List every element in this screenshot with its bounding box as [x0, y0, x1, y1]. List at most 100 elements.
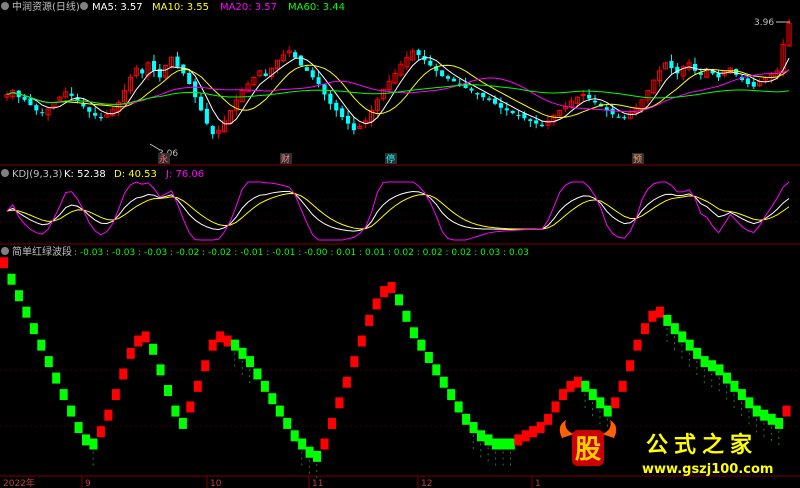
- candle-body: [692, 63, 698, 71]
- candle-body: [298, 55, 304, 66]
- watermark-url: www.gszj100.com: [642, 462, 773, 477]
- wave-values: : -0.03 : -0.03 : -0.03 : -0.02 : -0.02 …: [74, 248, 529, 258]
- wave-block: [402, 310, 411, 322]
- wave-settings-dot-icon[interactable]: [1, 247, 9, 255]
- wave-block: [357, 335, 366, 347]
- wave-block: [320, 438, 329, 450]
- wave-block: [708, 360, 717, 372]
- candle-body: [316, 77, 321, 84]
- wave-block: [238, 347, 247, 359]
- wave-block: [737, 389, 746, 401]
- candle-body: [440, 70, 445, 77]
- wave-block: [208, 339, 217, 351]
- wave-block: [253, 368, 262, 380]
- wave-block: [7, 273, 16, 285]
- candle-body: [445, 76, 451, 79]
- candle-body: [592, 100, 598, 103]
- wave-block: [22, 306, 31, 318]
- wave-block: [380, 286, 389, 298]
- candle-body: [451, 78, 456, 82]
- wave-block: [372, 298, 381, 310]
- wave-block: [327, 417, 336, 429]
- ma60-label: MA60: 3.44: [288, 2, 345, 13]
- wave-block: [290, 430, 299, 442]
- watermark-logo: 股: [575, 435, 601, 465]
- candle-body: [340, 108, 345, 117]
- candle-body: [69, 93, 74, 96]
- candle-body: [481, 92, 486, 98]
- wave-block: [201, 360, 210, 372]
- candle-body: [175, 56, 180, 67]
- wave-block: [395, 294, 404, 306]
- wave-block: [14, 290, 23, 302]
- wave-block: [484, 434, 493, 446]
- wave-block: [700, 356, 709, 368]
- candle-body: [187, 72, 192, 84]
- wave-block: [74, 422, 83, 434]
- event-tag-2[interactable]: 停: [386, 153, 395, 165]
- wave-block: [298, 438, 307, 450]
- wave-block: [782, 405, 791, 417]
- x-label-3: 11: [312, 479, 323, 488]
- wave-block: [104, 409, 113, 421]
- candle-body: [140, 69, 145, 74]
- wave-block: [387, 281, 396, 293]
- candle-body: [622, 117, 627, 119]
- wave-block: [454, 401, 463, 413]
- wave-block: [529, 426, 538, 438]
- main-panel-title: 中润资源(日线): [12, 0, 80, 13]
- wave-block: [245, 356, 254, 368]
- candle-body: [580, 94, 586, 97]
- wave-block: [462, 413, 471, 425]
- wave-block: [432, 364, 441, 376]
- event-tag-1[interactable]: 财: [281, 153, 290, 165]
- wave-block: [186, 401, 195, 413]
- main-panel-header: 中润资源(日线) MA5: 3.57 MA10: 3.55 MA20: 3.57…: [1, 0, 345, 13]
- wave-block: [551, 401, 560, 413]
- x-label-5: 1: [535, 479, 541, 488]
- candle-body: [22, 96, 27, 100]
- wave-block: [722, 372, 731, 384]
- candle-body: [498, 103, 503, 108]
- dropdown-dot-icon[interactable]: [80, 2, 88, 10]
- candle-body: [504, 108, 509, 111]
- x-label-1: 9: [85, 479, 91, 488]
- wave-block: [126, 347, 135, 359]
- wave-block: [633, 339, 642, 351]
- wave-block: [193, 380, 202, 392]
- wave-block: [693, 347, 702, 359]
- wave-block: [715, 364, 724, 376]
- settings-dot-icon[interactable]: [1, 2, 9, 10]
- candle-body: [534, 120, 539, 124]
- wave-block: [305, 446, 314, 458]
- candle-body: [334, 102, 339, 111]
- candle-body: [487, 98, 492, 100]
- kdj-k-label: K: 52.38: [64, 169, 106, 180]
- wave-block: [171, 405, 180, 417]
- event-tag-3[interactable]: 预: [633, 154, 642, 165]
- wave-block: [760, 409, 769, 421]
- kdj-title: KDJ(9,3,3): [12, 169, 63, 180]
- wave-block: [409, 327, 418, 339]
- candle-body: [263, 73, 268, 77]
- candle-body: [469, 88, 474, 91]
- wave-title: 简单红绿波段: [12, 245, 72, 258]
- candle-body: [198, 96, 204, 111]
- wave-block: [469, 422, 478, 434]
- candle-body: [716, 73, 721, 78]
- kdj-settings-dot-icon[interactable]: [1, 169, 9, 177]
- wave-block: [141, 331, 150, 343]
- candle-body: [745, 78, 750, 84]
- wave-block: [268, 393, 277, 405]
- x-label-2: 10: [210, 479, 222, 488]
- wave-block: [678, 331, 687, 343]
- wave-block: [59, 389, 68, 401]
- candle-body: [193, 81, 198, 98]
- wave-block: [521, 430, 530, 442]
- wave-block: [111, 389, 120, 401]
- ma20-label: MA20: 3.57: [220, 2, 277, 13]
- wave-block: [149, 343, 158, 355]
- event-tag-0[interactable]: 永: [159, 153, 168, 165]
- wave-block: [447, 389, 456, 401]
- wave-block: [640, 323, 649, 335]
